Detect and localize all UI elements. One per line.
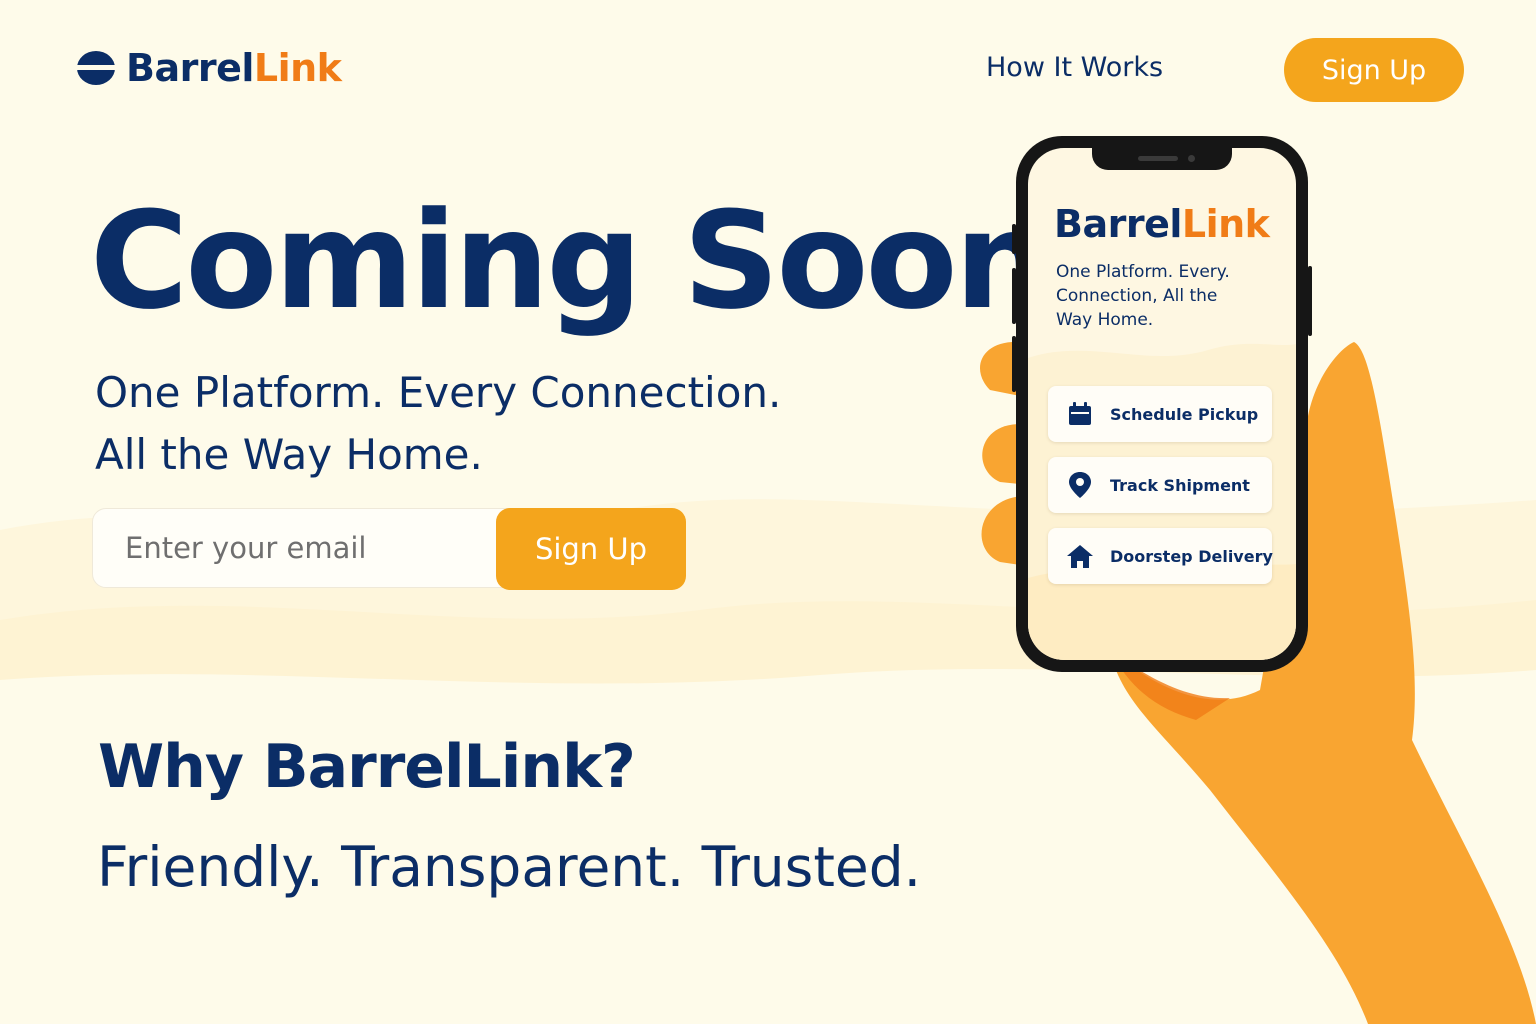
app-logo-part1: Barrel (1054, 202, 1182, 246)
brand-name-part2: Link (253, 46, 342, 90)
phone-mute-switch (1012, 224, 1016, 254)
brand-name: BarrelLink (126, 46, 342, 90)
phone-volume-button (1012, 268, 1016, 324)
why-heading: Why BarrelLink? (98, 732, 636, 802)
feature-label: Doorstep Delivery (1110, 546, 1273, 566)
email-input[interactable] (92, 508, 532, 588)
phone-mockup: BarrelLink One Platform. Every. Connecti… (1012, 136, 1312, 672)
hero-signup-button[interactable]: Sign Up (496, 508, 686, 590)
hero-tagline: One Platform. Every Connection. All the … (95, 362, 781, 486)
header-signup-button[interactable]: Sign Up (1284, 38, 1464, 102)
calendar-icon (1066, 400, 1094, 428)
why-subheading: Friendly. Transparent. Trusted. (97, 835, 922, 899)
email-signup-form: Sign Up (92, 508, 686, 590)
phone-screen: BarrelLink One Platform. Every. Connecti… (1028, 148, 1296, 660)
barrel-icon (77, 51, 115, 85)
brand-name-part1: Barrel (126, 46, 254, 90)
phone-power-button (1308, 266, 1312, 336)
feature-schedule-pickup[interactable]: Schedule Pickup (1048, 386, 1272, 442)
app-tagline-line: Way Home. (1056, 310, 1154, 330)
app-tagline-line: One Platform. Every. (1056, 262, 1230, 282)
hero-title: Coming Soon (90, 183, 1050, 339)
app-logo-part2: Link (1181, 202, 1270, 246)
hero-tagline-line2: All the Way Home. (95, 430, 483, 479)
phone-camera (1188, 155, 1195, 162)
location-pin-icon (1066, 471, 1094, 499)
feature-label: Schedule Pickup (1110, 404, 1259, 424)
hero-tagline-line1: One Platform. Every Connection. (95, 368, 782, 417)
feature-doorstep-delivery[interactable]: Doorstep Delivery (1048, 528, 1273, 584)
app-tagline-line: Connection, All the (1056, 286, 1218, 306)
brand-logo[interactable]: BarrelLink (76, 46, 342, 90)
feature-label: Track Shipment (1110, 475, 1250, 495)
phone-volume-button (1012, 336, 1016, 392)
feature-track-shipment[interactable]: Track Shipment (1048, 457, 1272, 513)
app-tagline: One Platform. Every. Connection, All the… (1056, 260, 1230, 332)
home-icon (1066, 542, 1094, 570)
nav-how-it-works[interactable]: How It Works (986, 52, 1163, 83)
app-logo: BarrelLink (1054, 202, 1270, 246)
phone-speaker (1138, 156, 1178, 161)
phone-notch (1092, 148, 1232, 170)
